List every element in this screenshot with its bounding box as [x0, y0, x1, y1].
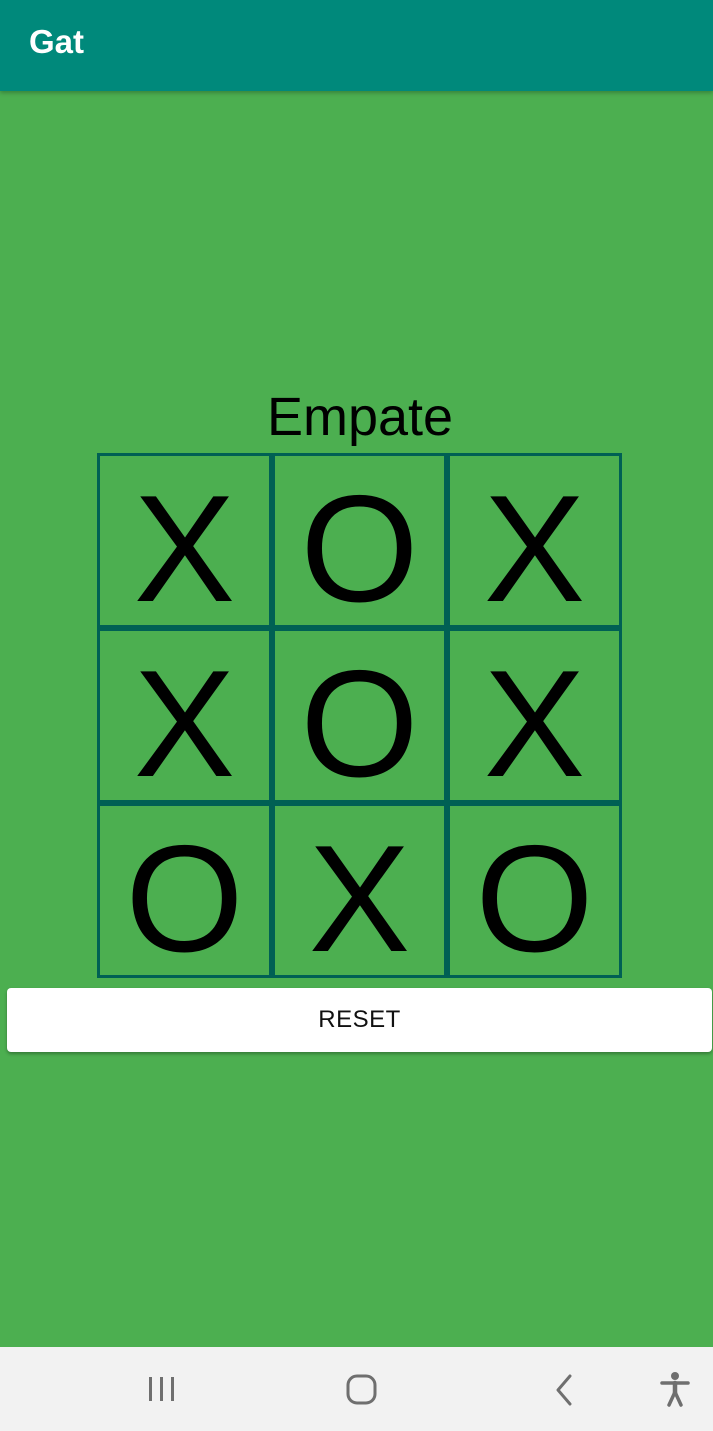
- board-cell-1-1[interactable]: O: [272, 628, 447, 803]
- cell-mark: X: [308, 814, 411, 984]
- home-icon[interactable]: [345, 1373, 379, 1407]
- back-icon[interactable]: [550, 1373, 578, 1407]
- board-cell-1-2[interactable]: X: [447, 628, 622, 803]
- accessibility-icon[interactable]: [659, 1371, 691, 1407]
- board-cell-1-0[interactable]: X: [97, 628, 272, 803]
- cell-mark: O: [300, 464, 419, 634]
- cell-mark: X: [133, 464, 236, 634]
- cell-mark: X: [483, 639, 586, 809]
- recent-apps-icon[interactable]: [146, 1375, 178, 1403]
- cell-mark: X: [483, 464, 586, 634]
- reset-button[interactable]: RESET: [7, 988, 712, 1052]
- reset-button-label: RESET: [318, 1006, 401, 1033]
- board-cell-2-0[interactable]: O: [97, 803, 272, 978]
- tic-tac-toe-board: X O X X O X O X O: [97, 453, 622, 978]
- board-cell-0-0[interactable]: X: [97, 453, 272, 628]
- game-status: Empate: [266, 387, 454, 447]
- board-cell-0-1[interactable]: O: [272, 453, 447, 628]
- app-title: Gat: [29, 23, 85, 60]
- cell-mark: O: [475, 814, 594, 984]
- board-cell-2-1[interactable]: X: [272, 803, 447, 978]
- app-bar: Gat: [0, 0, 713, 91]
- cell-mark: X: [133, 639, 236, 809]
- board-cell-0-2[interactable]: X: [447, 453, 622, 628]
- cell-mark: O: [300, 639, 419, 809]
- app-screen: Gat Empate X O X X O X O X O RESET: [0, 0, 713, 1431]
- cell-mark: O: [125, 814, 244, 984]
- system-nav-bar: [0, 1347, 713, 1431]
- board-cell-2-2[interactable]: O: [447, 803, 622, 978]
